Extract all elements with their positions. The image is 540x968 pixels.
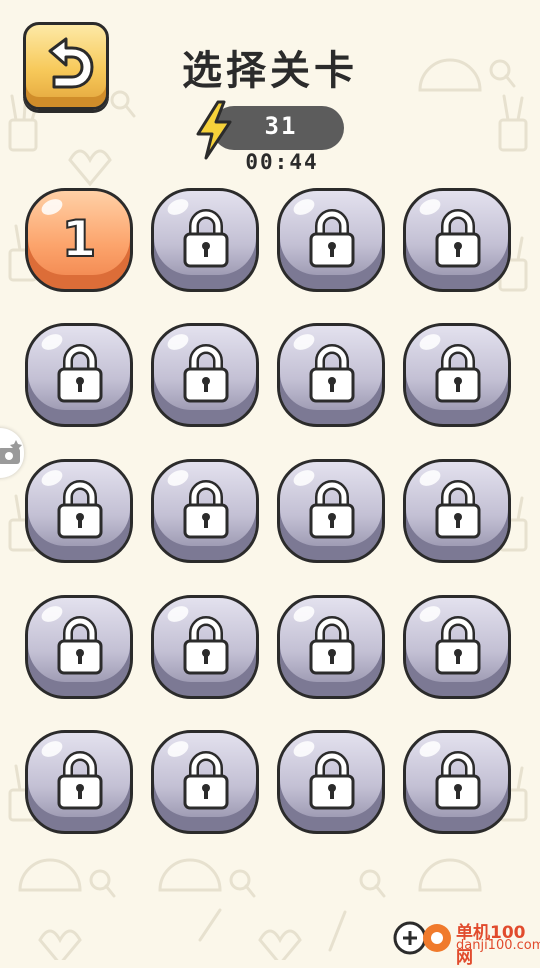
padlock-icon [435,616,481,675]
back-arrow-icon [48,37,94,89]
padlock-icon [183,209,229,268]
level-button[interactable] [403,459,515,571]
level-button[interactable] [151,459,263,571]
level-button[interactable]: 1 [25,188,137,300]
padlock-icon [57,480,103,539]
level-number: 1 [61,209,98,269]
padlock-icon [309,209,355,268]
level-button[interactable] [277,323,389,435]
padlock-icon [183,751,229,810]
energy-count: 31 [264,112,298,140]
level-button[interactable] [277,188,389,300]
padlock-icon [57,616,103,675]
watermark: 单机100网 danji100.com [392,918,540,968]
page-title: 选择关卡 [182,48,358,94]
padlock-icon [435,751,481,810]
watermark-logo-icon [393,921,451,955]
padlock-icon [57,344,103,403]
level-button[interactable] [25,595,137,707]
energy-timer: 00:44 [245,150,319,174]
back-button[interactable] [23,22,109,110]
padlock-icon [309,616,355,675]
padlock-icon [435,209,481,268]
padlock-icon [309,344,355,403]
padlock-icon [309,751,355,810]
padlock-icon [183,616,229,675]
level-button[interactable] [277,730,389,842]
level-button[interactable] [151,730,263,842]
level-button[interactable] [403,323,515,435]
padlock-icon [435,480,481,539]
level-button[interactable] [25,459,137,571]
level-button[interactable] [277,595,389,707]
level-button[interactable] [403,730,515,842]
side-tab[interactable] [0,428,24,478]
padlock-icon [309,480,355,539]
padlock-icon [435,344,481,403]
level-button[interactable] [277,459,389,571]
level-button[interactable] [403,595,515,707]
watermark-url: danji100.com [456,938,540,953]
level-button[interactable] [25,323,137,435]
level-button[interactable] [25,730,137,842]
camera-icon [0,440,22,464]
level-button[interactable] [403,188,515,300]
level-button[interactable] [151,188,263,300]
padlock-icon [183,480,229,539]
padlock-icon [183,344,229,403]
level-button[interactable] [151,595,263,707]
level-button[interactable] [151,323,263,435]
padlock-icon [57,751,103,810]
